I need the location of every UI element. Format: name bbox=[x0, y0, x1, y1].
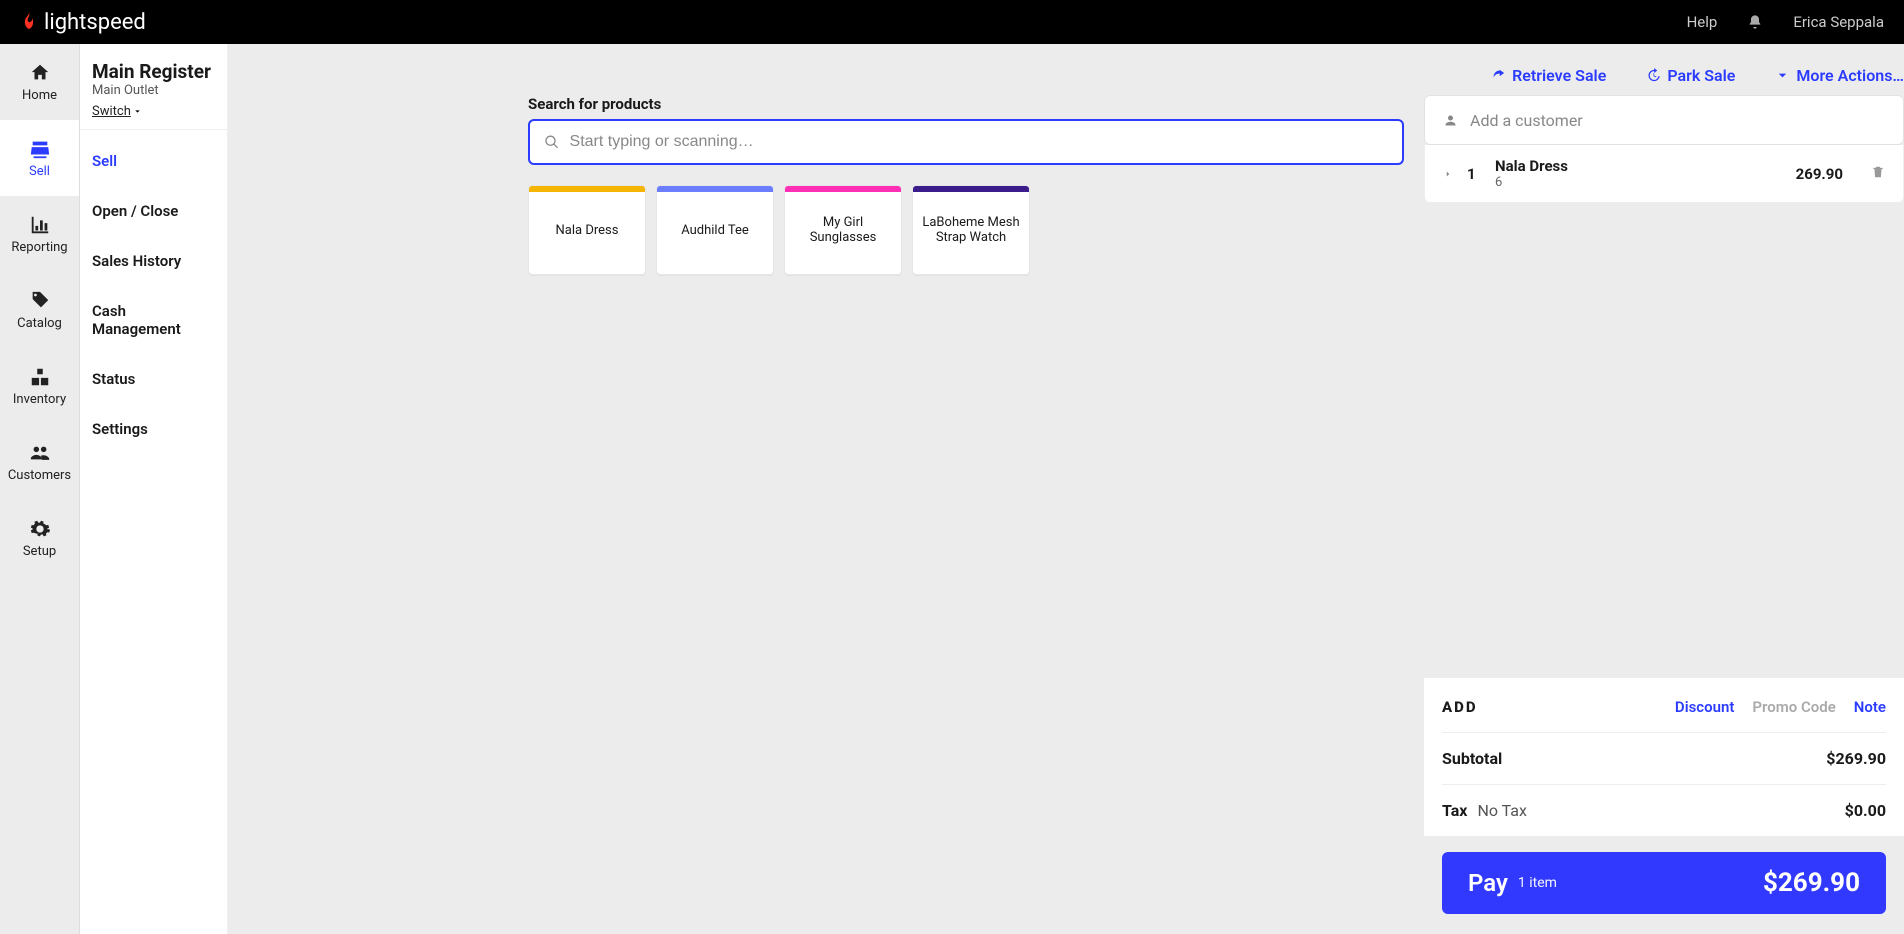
rail-sell-label: Sell bbox=[29, 164, 50, 179]
brand-text: lightspeed bbox=[44, 10, 146, 35]
rail-catalog-label: Catalog bbox=[17, 316, 62, 331]
quick-key-laboheme-watch[interactable]: LaBoheme Mesh Strap Watch bbox=[912, 185, 1030, 275]
home-icon bbox=[29, 62, 51, 84]
promo-code-link[interactable]: Promo Code bbox=[1752, 698, 1835, 716]
rail-inventory[interactable]: Inventory bbox=[0, 348, 79, 424]
person-icon bbox=[1443, 113, 1458, 128]
rail-home[interactable]: Home bbox=[0, 44, 79, 120]
switch-register-link[interactable]: Switch bbox=[92, 104, 142, 119]
rail-setup-label: Setup bbox=[23, 544, 56, 559]
retrieve-sale-label: Retrieve Sale bbox=[1512, 66, 1606, 85]
rail-nav: Home Sell Reporting Catalog Inventory Cu… bbox=[0, 44, 80, 934]
subnav-sales-history[interactable]: Sales History bbox=[80, 236, 227, 286]
bell-icon[interactable] bbox=[1747, 14, 1763, 30]
search-box[interactable] bbox=[528, 119, 1404, 165]
discount-link[interactable]: Discount bbox=[1675, 698, 1734, 716]
line-item-price: 269.90 bbox=[1796, 165, 1843, 183]
rail-customers[interactable]: Customers bbox=[0, 424, 79, 500]
subnav-open-close[interactable]: Open / Close bbox=[80, 186, 227, 236]
add-customer-label: Add a customer bbox=[1470, 111, 1583, 130]
add-customer-button[interactable]: Add a customer bbox=[1424, 95, 1904, 145]
trash-icon bbox=[1871, 165, 1885, 179]
tax-value: $0.00 bbox=[1845, 801, 1886, 820]
share-icon bbox=[1491, 68, 1506, 83]
delete-line-item-button[interactable] bbox=[1871, 165, 1885, 183]
caret-down-icon bbox=[1775, 68, 1790, 83]
rail-reporting-label: Reporting bbox=[11, 240, 67, 255]
quick-key-my-girl-sunglasses[interactable]: My Girl Sunglasses bbox=[784, 185, 902, 275]
people-icon bbox=[29, 442, 51, 464]
chevron-down-icon bbox=[133, 107, 142, 116]
search-icon bbox=[544, 134, 560, 150]
pay-label: Pay bbox=[1468, 869, 1508, 897]
add-section-label: ADD bbox=[1442, 698, 1478, 716]
more-actions-button[interactable]: More Actions… bbox=[1775, 66, 1904, 85]
more-actions-label: More Actions… bbox=[1796, 66, 1904, 85]
quick-key-nala-dress[interactable]: Nala Dress bbox=[528, 185, 646, 275]
pay-amount: $269.90 bbox=[1763, 868, 1860, 898]
subnav-sell[interactable]: Sell bbox=[80, 136, 227, 186]
quick-key-label: Nala Dress bbox=[556, 223, 619, 238]
quick-key-label: My Girl Sunglasses bbox=[791, 215, 895, 245]
rail-reporting[interactable]: Reporting bbox=[0, 196, 79, 272]
brand-logo: lightspeed bbox=[20, 10, 146, 35]
rail-sell[interactable]: Sell bbox=[0, 120, 79, 196]
subtotal-value: $269.90 bbox=[1826, 749, 1886, 768]
gear-icon bbox=[29, 518, 51, 540]
register-title: Main Register bbox=[92, 60, 215, 83]
park-sale-button[interactable]: Park Sale bbox=[1646, 66, 1735, 85]
boxes-icon bbox=[29, 366, 51, 388]
history-icon bbox=[1646, 68, 1661, 83]
flame-icon bbox=[20, 11, 38, 33]
rail-inventory-label: Inventory bbox=[13, 392, 66, 407]
pay-item-count: 1 item bbox=[1518, 875, 1557, 891]
search-label: Search for products bbox=[528, 95, 1404, 113]
cart-summary: ADD Discount Promo Code Note Subtotal $2… bbox=[1424, 677, 1904, 934]
sale-actions: Retrieve Sale Park Sale More Actions… bbox=[528, 44, 1904, 95]
subtotal-label: Subtotal bbox=[1442, 749, 1502, 768]
note-link[interactable]: Note bbox=[1854, 698, 1886, 716]
switch-label: Switch bbox=[92, 104, 131, 119]
search-input[interactable] bbox=[570, 133, 1388, 151]
chevron-right-icon bbox=[1443, 165, 1453, 183]
line-items: 1 Nala Dress 6 269.90 bbox=[1424, 145, 1904, 203]
topbar: lightspeed Help Erica Seppala bbox=[0, 0, 1904, 44]
rail-home-label: Home bbox=[22, 88, 57, 103]
tax-name: No Tax bbox=[1477, 801, 1527, 820]
rail-setup[interactable]: Setup bbox=[0, 500, 79, 576]
rail-catalog[interactable]: Catalog bbox=[0, 272, 79, 348]
subnav-settings[interactable]: Settings bbox=[80, 404, 227, 454]
subnav-status[interactable]: Status bbox=[80, 354, 227, 404]
register-icon bbox=[29, 138, 51, 160]
park-sale-label: Park Sale bbox=[1667, 66, 1735, 85]
quick-key-label: LaBoheme Mesh Strap Watch bbox=[919, 215, 1023, 245]
tag-icon bbox=[29, 290, 51, 312]
retrieve-sale-button[interactable]: Retrieve Sale bbox=[1491, 66, 1606, 85]
tax-label: Tax bbox=[1442, 801, 1467, 820]
help-link[interactable]: Help bbox=[1687, 13, 1718, 31]
line-item-qty: 1 bbox=[1467, 165, 1481, 183]
quick-key-label: Audhild Tee bbox=[681, 223, 749, 238]
line-item-variant: 6 bbox=[1495, 175, 1568, 190]
chart-icon bbox=[29, 214, 51, 236]
subnav-cash-management[interactable]: Cash Management bbox=[80, 286, 227, 354]
quick-keys: Nala Dress Audhild Tee My Girl Sunglasse… bbox=[528, 185, 1404, 275]
line-item-name: Nala Dress bbox=[1495, 157, 1568, 175]
line-item[interactable]: 1 Nala Dress 6 269.90 bbox=[1425, 145, 1903, 202]
user-name[interactable]: Erica Seppala bbox=[1793, 13, 1884, 31]
rail-customers-label: Customers bbox=[8, 468, 71, 483]
pay-button[interactable]: Pay 1 item $269.90 bbox=[1442, 852, 1886, 914]
quick-key-audhild-tee[interactable]: Audhild Tee bbox=[656, 185, 774, 275]
subnav: Main Register Main Outlet Switch Sell Op… bbox=[80, 44, 228, 934]
register-outlet: Main Outlet bbox=[92, 83, 215, 98]
